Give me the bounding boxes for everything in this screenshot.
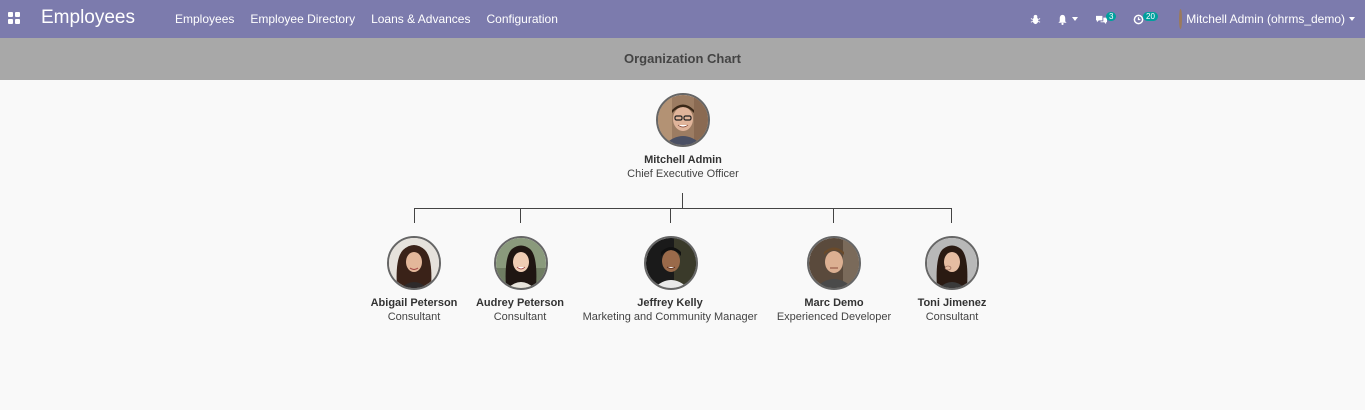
menu-employees[interactable]: Employees [167, 0, 242, 38]
chevron-down-icon [1072, 17, 1078, 21]
menu-loans-advances[interactable]: Loans & Advances [363, 0, 478, 38]
user-avatar [1179, 9, 1183, 29]
messages-button[interactable]: 3 [1095, 0, 1119, 38]
menu-configuration[interactable]: Configuration [478, 0, 565, 38]
top-navbar: Employees Employees Employee Directory L… [0, 0, 1365, 38]
connector-child-2 [520, 208, 521, 223]
employee-job-audrey-peterson: Consultant [493, 311, 547, 323]
employee-avatar-marc-demo[interactable] [807, 236, 861, 290]
chevron-down-icon [1349, 17, 1355, 21]
main-menu: Employees Employee Directory Loans & Adv… [167, 0, 566, 38]
employee-job-toni-jimenez: Consultant [925, 311, 979, 323]
messages-count-badge: 3 [1106, 12, 1117, 21]
employee-avatar-audrey-peterson[interactable] [494, 236, 548, 290]
connector-root-down [682, 193, 683, 209]
employee-name-abigail-peterson[interactable]: Abigail Peterson [371, 297, 458, 309]
activities-button[interactable]: 20 [1133, 0, 1161, 38]
apps-grid-icon[interactable] [8, 12, 21, 25]
employee-name-mitchell-admin[interactable]: Mitchell Admin [644, 154, 722, 166]
org-chart: Mitchell Admin Chief Executive Officer A… [0, 80, 1365, 410]
activities-count-badge: 20 [1143, 12, 1158, 21]
employee-name-audrey-peterson[interactable]: Audrey Peterson [476, 297, 564, 309]
control-panel: Organization Chart [0, 38, 1365, 80]
employee-job-mitchell-admin: Chief Executive Officer [627, 168, 739, 180]
notifications-button[interactable] [1057, 0, 1081, 38]
employee-avatar-abigail-peterson[interactable] [387, 236, 441, 290]
employee-job-jeffrey-kelly: Marketing and Community Manager [582, 311, 758, 323]
user-menu[interactable]: Mitchell Admin (ohrms_demo) [1179, 0, 1355, 38]
employee-job-abigail-peterson: Consultant [387, 311, 441, 323]
connector-horizontal [414, 208, 952, 209]
bell-icon [1058, 14, 1067, 25]
user-name: Mitchell Admin (ohrms_demo) [1186, 12, 1345, 26]
connector-child-1 [414, 208, 415, 223]
employee-avatar-jeffrey-kelly[interactable] [644, 236, 698, 290]
debug-button[interactable] [1030, 0, 1044, 38]
page-title: Organization Chart [623, 51, 741, 66]
employee-avatar-toni-jimenez[interactable] [925, 236, 979, 290]
employee-avatar-mitchell-admin[interactable] [656, 93, 710, 147]
employee-name-marc-demo[interactable]: Marc Demo [804, 297, 863, 309]
employee-job-marc-demo: Experienced Developer [776, 311, 892, 323]
employee-name-toni-jimenez[interactable]: Toni Jimenez [918, 297, 987, 309]
menu-employee-directory[interactable]: Employee Directory [242, 0, 363, 38]
connector-child-5 [951, 208, 952, 223]
bug-icon [1030, 14, 1041, 24]
app-title[interactable]: Employees [41, 7, 135, 29]
connector-child-4 [833, 208, 834, 223]
connector-child-3 [670, 208, 671, 223]
employee-name-jeffrey-kelly[interactable]: Jeffrey Kelly [637, 297, 702, 309]
